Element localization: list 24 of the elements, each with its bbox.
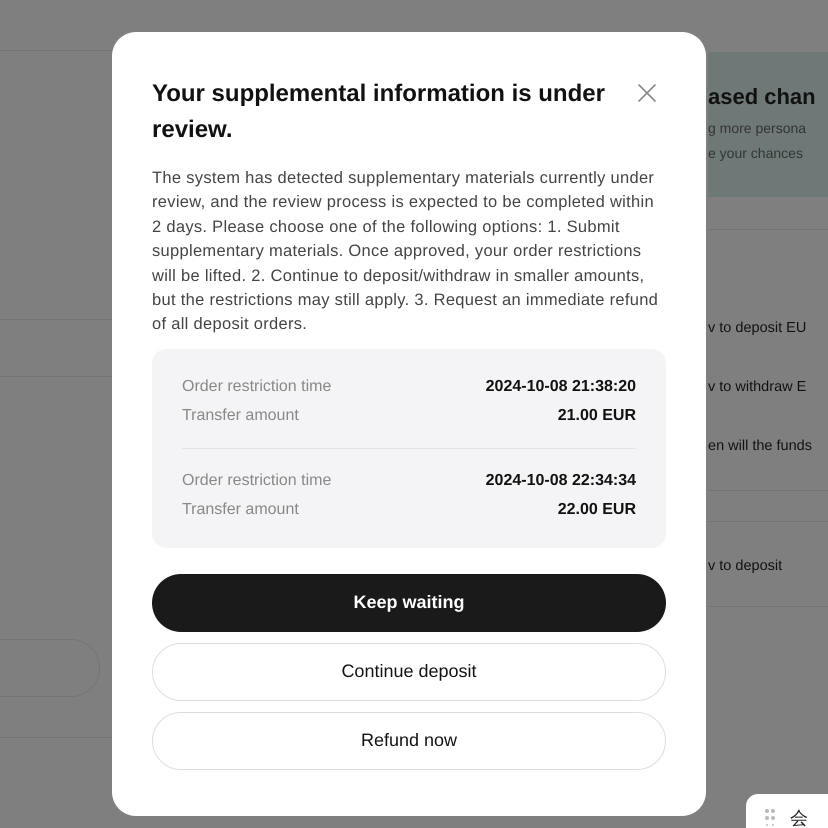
field-label: Transfer amount bbox=[182, 406, 299, 426]
banner-text: g more persona bbox=[708, 119, 808, 138]
action-button[interactable]: Refund now bbox=[152, 712, 666, 770]
banner-title: ased chan bbox=[708, 84, 817, 110]
field-value: 2024-10-08 22:34:34 bbox=[486, 470, 636, 491]
field-value: 21.00 EUR bbox=[558, 406, 636, 426]
action-button[interactable]: Continue deposit bbox=[152, 642, 666, 701]
close-icon[interactable] bbox=[638, 84, 656, 102]
drag-handle-icon[interactable] bbox=[764, 808, 776, 826]
faq-item[interactable]: en will the funds bbox=[708, 436, 828, 456]
dialog-description: The system has detected supplementary materials currently under review, and the review process is expected to be completed within 2 days. Please choose one of the following options: 1. Submit supplementary materials. Once approved, your order restrictions will be lifted. 2. Continue to deposit/withdraw in smaller amounts, but the restrictions may still apply. 3. Request an immediate refund of all deposit orders. bbox=[152, 168, 660, 336]
faq-item[interactable]: v to deposit bbox=[708, 556, 828, 576]
chat-label: 会 bbox=[790, 808, 808, 828]
field-value: 22.00 EUR bbox=[558, 500, 636, 520]
action-button[interactable]: Keep waiting bbox=[152, 574, 666, 632]
faq-item[interactable]: v to deposit EU bbox=[708, 318, 828, 338]
field-value: 2024-10-08 21:38:20 bbox=[486, 376, 636, 397]
field-label: Transfer amount bbox=[182, 500, 299, 520]
field-label: Order restriction time bbox=[182, 470, 332, 491]
dialog-title: Your supplemental information is under review. bbox=[152, 79, 606, 145]
banner-text: e your chances bbox=[708, 144, 804, 163]
faq-item[interactable]: v to withdraw E bbox=[708, 377, 828, 397]
field-label: Order restriction time bbox=[182, 376, 332, 397]
chat-widget[interactable]: 会 bbox=[746, 794, 828, 828]
